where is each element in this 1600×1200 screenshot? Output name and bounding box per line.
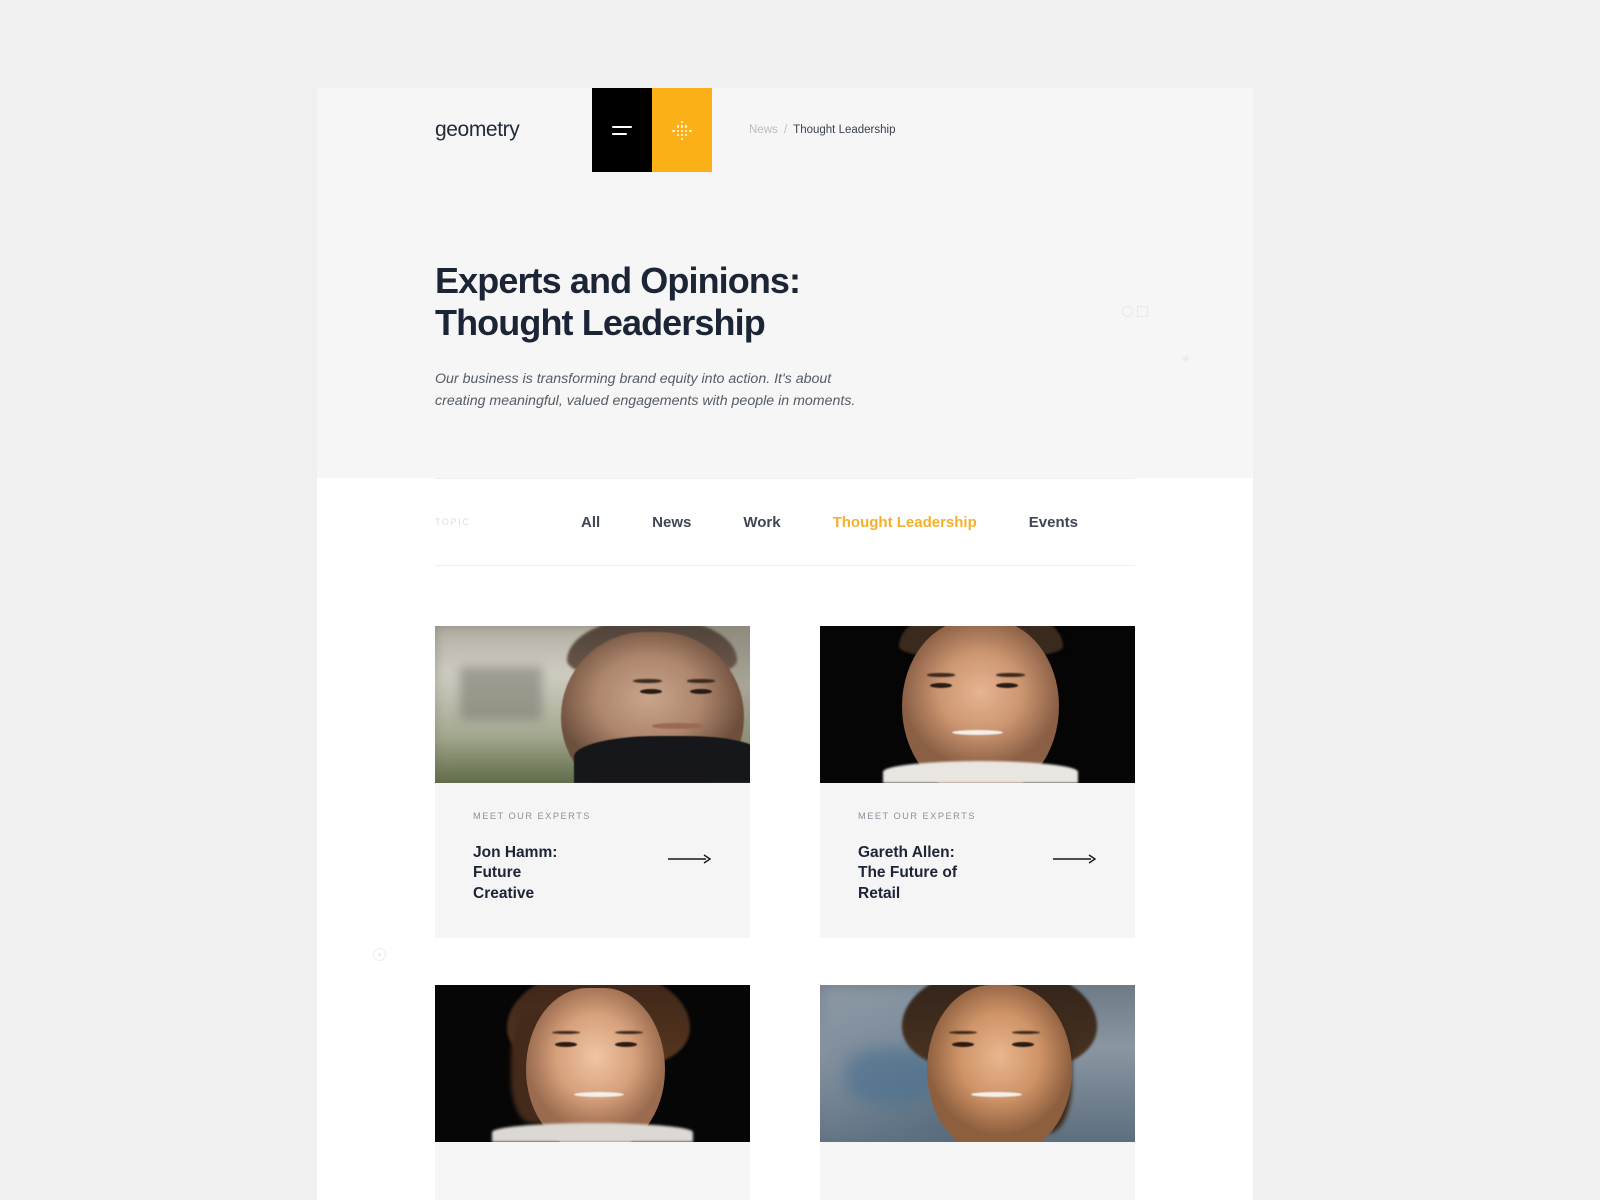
card-kicker: MEET OUR EXPERTS bbox=[473, 811, 591, 821]
arrow-right-icon[interactable] bbox=[1053, 851, 1097, 869]
tab-thought-leadership[interactable]: Thought Leadership bbox=[807, 514, 1003, 531]
hamburger-icon bbox=[612, 125, 632, 135]
article-card[interactable] bbox=[435, 985, 750, 1200]
card-title-row: Gareth Allen: The Future of Retail bbox=[858, 843, 1097, 904]
card-body bbox=[435, 1142, 750, 1200]
topic-tabs: All News Work Thought Leadership Events bbox=[555, 514, 1104, 531]
hero-copy: Experts and Opinions: Thought Leadership… bbox=[435, 260, 995, 412]
card-kicker: MEET OUR EXPERTS bbox=[858, 811, 976, 821]
tab-work[interactable]: Work bbox=[717, 514, 806, 531]
card-title: Gareth Allen: The Future of Retail bbox=[858, 844, 958, 902]
topic-label: TOPIC bbox=[435, 517, 471, 527]
menu-button[interactable] bbox=[592, 88, 652, 172]
header-tile-group bbox=[592, 88, 712, 172]
card-image bbox=[435, 985, 750, 1142]
page-container: geometry News / Thought Leadership Exper… bbox=[317, 88, 1253, 1200]
article-card[interactable] bbox=[820, 985, 1135, 1200]
tab-all[interactable]: All bbox=[555, 514, 626, 531]
page-subtitle: Our business is transforming brand equit… bbox=[435, 370, 856, 409]
card-body bbox=[820, 1142, 1135, 1200]
hero-section: geometry News / Thought Leadership Exper… bbox=[317, 88, 1253, 478]
grid-button[interactable] bbox=[652, 88, 712, 172]
portrait-woman-dark bbox=[435, 985, 750, 1142]
breadcrumb-separator: / bbox=[783, 124, 788, 136]
screen: geometry News / Thought Leadership Exper… bbox=[0, 0, 1600, 1200]
card-image bbox=[435, 626, 750, 783]
tab-news[interactable]: News bbox=[626, 514, 717, 531]
circle-marker-icon bbox=[373, 948, 386, 961]
portrait-jon-hamm bbox=[435, 626, 750, 783]
card-title-row bbox=[858, 1192, 1097, 1200]
portrait-gareth-allen bbox=[820, 626, 1135, 783]
arrow-right-icon[interactable] bbox=[668, 851, 712, 869]
brand-logo[interactable]: geometry bbox=[435, 118, 520, 142]
card-title-row bbox=[473, 1192, 712, 1200]
article-card[interactable]: MEET OUR EXPERTS Jon Hamm: Future Creati… bbox=[435, 626, 750, 938]
card-body: MEET OUR EXPERTS Gareth Allen: The Futur… bbox=[820, 783, 1135, 938]
card-image bbox=[820, 985, 1135, 1142]
card-body: MEET OUR EXPERTS Jon Hamm: Future Creati… bbox=[435, 783, 750, 938]
breadcrumb-current: Thought Leadership bbox=[793, 124, 896, 136]
breadcrumb: News / Thought Leadership bbox=[749, 124, 895, 136]
site-header: geometry News / Thought Leadership bbox=[317, 88, 1253, 172]
article-card[interactable]: MEET OUR EXPERTS Gareth Allen: The Futur… bbox=[820, 626, 1135, 938]
tab-events[interactable]: Events bbox=[1003, 514, 1104, 531]
portrait-woman-outdoor bbox=[820, 985, 1135, 1142]
topic-filter-bar: TOPIC All News Work Thought Leadership E… bbox=[435, 478, 1135, 566]
brand-wordmark: geometry bbox=[435, 118, 520, 141]
card-title-row: Jon Hamm: Future Creative bbox=[473, 843, 712, 904]
circle-square-decor-icon bbox=[1122, 306, 1148, 317]
content-section: TOPIC All News Work Thought Leadership E… bbox=[317, 478, 1253, 1200]
breadcrumb-parent[interactable]: News bbox=[749, 124, 778, 136]
card-image bbox=[820, 626, 1135, 783]
page-title: Experts and Opinions: Thought Leadership bbox=[435, 260, 801, 343]
card-title: Jon Hamm: Future Creative bbox=[473, 844, 558, 902]
article-card-grid: MEET OUR EXPERTS Jon Hamm: Future Creati… bbox=[435, 626, 1135, 1200]
sparkle-decor-icon: ✦ bbox=[1179, 351, 1193, 368]
dot-grid-icon bbox=[672, 120, 692, 141]
